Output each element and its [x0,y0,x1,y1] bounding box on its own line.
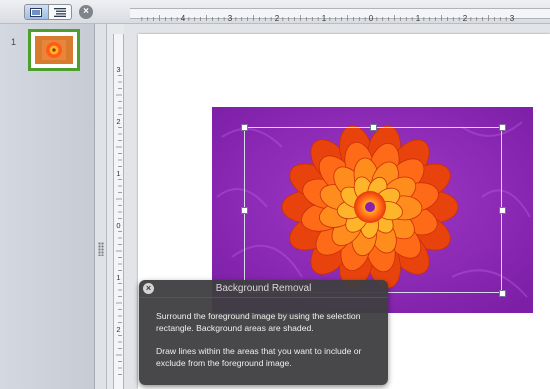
resize-handle-top-left[interactable] [241,124,248,131]
resize-handle-left[interactable] [241,207,248,214]
slide-number: 1 [11,37,17,47]
slide-thumbnail[interactable] [28,29,80,71]
panel-title: Background Removal [215,283,312,294]
resize-handle-bottom-right[interactable] [499,290,506,297]
instructions-paragraph-1: Surround the foreground image by using t… [156,311,361,333]
ruler-label: 2 [275,14,280,22]
panel-divider [139,297,388,298]
ruler-label: 3 [510,14,515,22]
ruler-label: 0 [116,221,120,230]
horizontal-ruler-ticks: 4 3 2 1 0 1 2 3 [141,14,515,23]
ruler-label: 1 [416,14,421,22]
outline-view-icon [53,7,66,17]
background-removal-panel: × Background Removal Surround the foregr… [139,280,388,385]
ruler-label: 3 [116,65,120,74]
vertical-ruler-ticks: 3 2 1 0 1 2 [116,65,122,375]
ruler-label: 2 [116,117,120,126]
ruler-label: 3 [228,14,233,22]
view-toggle [24,4,72,20]
ruler-label: 1 [322,14,327,22]
pane-splitter[interactable] [95,24,107,389]
normal-view-button[interactable] [25,5,48,19]
ruler-label: 1 [116,273,120,282]
ruler-label: 0 [369,14,374,22]
instructions-paragraph-2: Draw lines within the areas that you wan… [156,346,362,368]
ruler-label: 2 [116,325,120,334]
close-pane-icon[interactable]: × [79,5,93,19]
slide-pane: 1 [0,24,95,389]
slide-view-icon [30,7,43,17]
ruler-label: 4 [181,14,186,22]
resize-handle-right[interactable] [499,207,506,214]
marigold-thumbnail [35,36,73,64]
selection-rectangle[interactable] [244,127,502,293]
outline-view-button[interactable] [47,5,72,19]
ruler-label: 2 [463,14,468,22]
ruler-label: 1 [116,169,120,178]
splitter-grip-icon[interactable] [98,242,104,256]
vertical-ruler: 3 2 1 0 1 2 [113,34,124,389]
horizontal-ruler: 4 3 2 1 0 1 2 3 [130,8,550,23]
resize-handle-top-right[interactable] [499,124,506,131]
resize-handle-top[interactable] [370,124,377,131]
